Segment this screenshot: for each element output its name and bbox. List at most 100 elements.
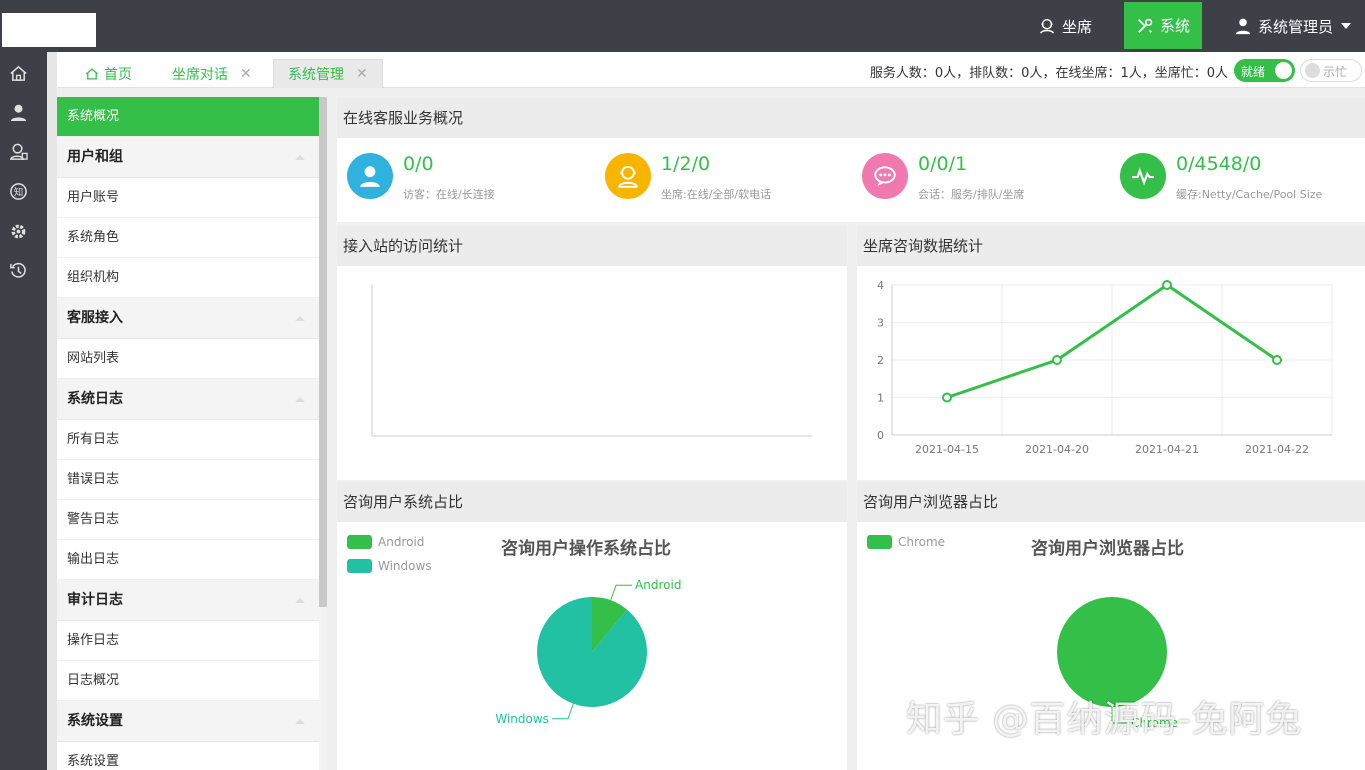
menu-group-header[interactable]: 审计日志 — [57, 580, 319, 621]
top-bar: 坐席 系统 系统管理员 — [0, 0, 1365, 52]
pie-slice — [537, 597, 647, 707]
menu-group-header[interactable]: 客服接入 — [57, 298, 319, 339]
chevron-up-icon[interactable] — [295, 598, 305, 603]
data-point — [1162, 280, 1172, 290]
data-point — [1272, 355, 1282, 365]
sidebar-item[interactable]: 警告日志 — [57, 500, 319, 540]
overview-title: 在线客服业务概况 — [343, 109, 464, 127]
overview-header: 在线客服业务概况 — [337, 98, 1365, 138]
home-icon — [9, 65, 27, 81]
settings-rail-button[interactable] — [8, 221, 28, 241]
sidebar-item[interactable]: 所有日志 — [57, 420, 319, 460]
history-icon — [9, 262, 26, 278]
menu-scrollbar-thumb[interactable] — [319, 97, 327, 607]
kpi-visitors-value: 0/0 — [403, 153, 434, 175]
ready-toggle[interactable]: 就绪 — [1234, 59, 1295, 82]
headset-icon — [1039, 18, 1054, 34]
kpi-visitors-desc: 访客：在线/长连接 — [403, 188, 495, 201]
nav-user-label: 系统管理员 — [1257, 17, 1333, 36]
tab-agent-chat[interactable]: 坐席对话 ✕ — [172, 59, 252, 88]
menu-group-header[interactable]: 用户和组 — [57, 137, 319, 178]
sidebar-item[interactable]: 错误日志 — [57, 460, 319, 500]
nav-agent-label: 坐席 — [1061, 17, 1092, 36]
agent-stats-chart: 0 1 2 3 4 2021-04-15 2021-04-20 2021-04-21 2021-… — [877, 279, 1333, 456]
kpi-sessions-value: 0/0/1 — [918, 153, 968, 175]
site-visits-title: 接入站的访问统计 — [343, 237, 464, 255]
sidebar-item[interactable]: 组织机构 — [57, 258, 319, 298]
headset-icon — [9, 143, 28, 160]
nav-agent[interactable]: 坐席 — [1024, 0, 1106, 52]
kpi-sessions-desc: 会话：服务/排队/坐席 — [918, 188, 1025, 201]
chevron-up-icon[interactable] — [295, 397, 305, 402]
pulse-icon — [1132, 167, 1154, 186]
sidebar-item-label: 网站列表 — [67, 351, 120, 366]
y-tick-label: 0 — [877, 429, 884, 442]
rail-gap — [47, 52, 57, 770]
os-share-header: 咨询用户系统占比 — [337, 482, 847, 522]
tools-icon — [1137, 18, 1153, 33]
watermark: 知乎 @百纳源码-兔阿兔 — [906, 699, 1303, 740]
agent-rail-button[interactable] — [8, 141, 28, 161]
chevron-down-icon — [1341, 23, 1351, 29]
chat-icon — [874, 166, 896, 186]
menu-group-label: 系统设置 — [67, 713, 123, 729]
menu-group-label: 审计日志 — [67, 592, 123, 608]
sidebar-item[interactable]: 网站列表 — [57, 339, 319, 379]
sidebar-item[interactable]: 系统设置 — [57, 742, 319, 770]
tab-agent-chat-label: 坐席对话 — [172, 66, 228, 83]
user-rail-button[interactable] — [8, 102, 28, 122]
side-menu: 系统概况用户和组用户账号系统角色组织机构 客服接入网站列表系统日志 所有日志 错误日志… — [57, 97, 319, 770]
logo[interactable] — [2, 13, 96, 47]
history-rail-button[interactable] — [8, 260, 28, 280]
busy-toggle[interactable]: 示忙 — [1300, 59, 1362, 82]
os-share-title: 咨询用户系统占比 — [343, 493, 464, 511]
home-rail-button[interactable] — [8, 63, 28, 83]
y-tick-label: 1 — [877, 392, 884, 405]
browser-share-title: 咨询用户浏览器占比 — [863, 493, 999, 511]
user-icon — [1235, 18, 1251, 35]
kpi-cache-badge — [1120, 153, 1166, 199]
pie-slice-label: Windows — [495, 712, 549, 726]
chevron-up-icon[interactable] — [295, 719, 305, 724]
chevron-up-icon[interactable] — [295, 155, 305, 160]
sidebar-item-label: 系统设置 — [67, 754, 120, 769]
sidebar-item[interactable]: 日志概况 — [57, 661, 319, 701]
x-tick-label: 2021-04-20 — [1025, 443, 1089, 456]
pie-slice-label: Android — [635, 578, 681, 592]
sidebar-item[interactable]: 系统角色 — [57, 218, 319, 258]
menu-group-header[interactable]: 系统设置 — [57, 701, 319, 742]
nav-user-menu[interactable]: 系统管理员 — [1220, 0, 1365, 52]
sidebar-item-label: 输出日志 — [67, 552, 120, 567]
menu-group-header[interactable]: 系统日志 — [57, 379, 319, 420]
tab-home[interactable]: 首页 — [85, 59, 132, 88]
knowledge-rail-button[interactable]: 知 — [8, 181, 28, 201]
chevron-up-icon[interactable] — [295, 316, 305, 321]
sidebar-item[interactable]: 系统概况 — [57, 97, 319, 137]
kpi-sessions-badge — [862, 153, 908, 199]
menu-group-label: 用户和组 — [67, 149, 123, 165]
nav-system[interactable]: 系统 — [1123, 2, 1202, 49]
tab-system-management[interactable]: 系统管理 ✕ — [273, 59, 383, 88]
site-visits-chart — [371, 285, 812, 437]
sidebar-item[interactable]: 输出日志 — [57, 540, 319, 580]
busy-toggle-label: 示忙 — [1323, 65, 1348, 79]
sidebar-item[interactable]: 用户账号 — [57, 178, 319, 218]
top-nav: 坐席 系统 系统管理员 — [1024, 0, 1365, 52]
service-stats: 服务人数：0人，排队数：0人，在线坐席：1人，坐席忙：0人 — [869, 66, 1228, 81]
data-point — [1052, 355, 1062, 365]
close-icon[interactable]: ✕ — [356, 66, 368, 82]
agent-stats-title: 坐席咨询数据统计 — [863, 237, 984, 255]
x-tick-label: 2021-04-21 — [1135, 443, 1199, 456]
tab-system-management-label: 系统管理 — [288, 67, 344, 83]
close-icon[interactable]: ✕ — [240, 66, 252, 82]
x-tick-label: 2021-04-22 — [1245, 443, 1309, 456]
overview-body — [337, 138, 1365, 222]
sidebar-item-label: 用户账号 — [67, 190, 120, 205]
browser-share-header: 咨询用户浏览器占比 — [857, 482, 1365, 522]
data-point — [942, 392, 952, 403]
icon-rail: 知 — [0, 52, 47, 770]
agent-icon — [618, 165, 638, 188]
kpi-cache-value: 0/4548/0 — [1176, 153, 1262, 175]
sidebar-item-label: 系统角色 — [67, 230, 120, 245]
sidebar-item[interactable]: 操作日志 — [57, 621, 319, 661]
